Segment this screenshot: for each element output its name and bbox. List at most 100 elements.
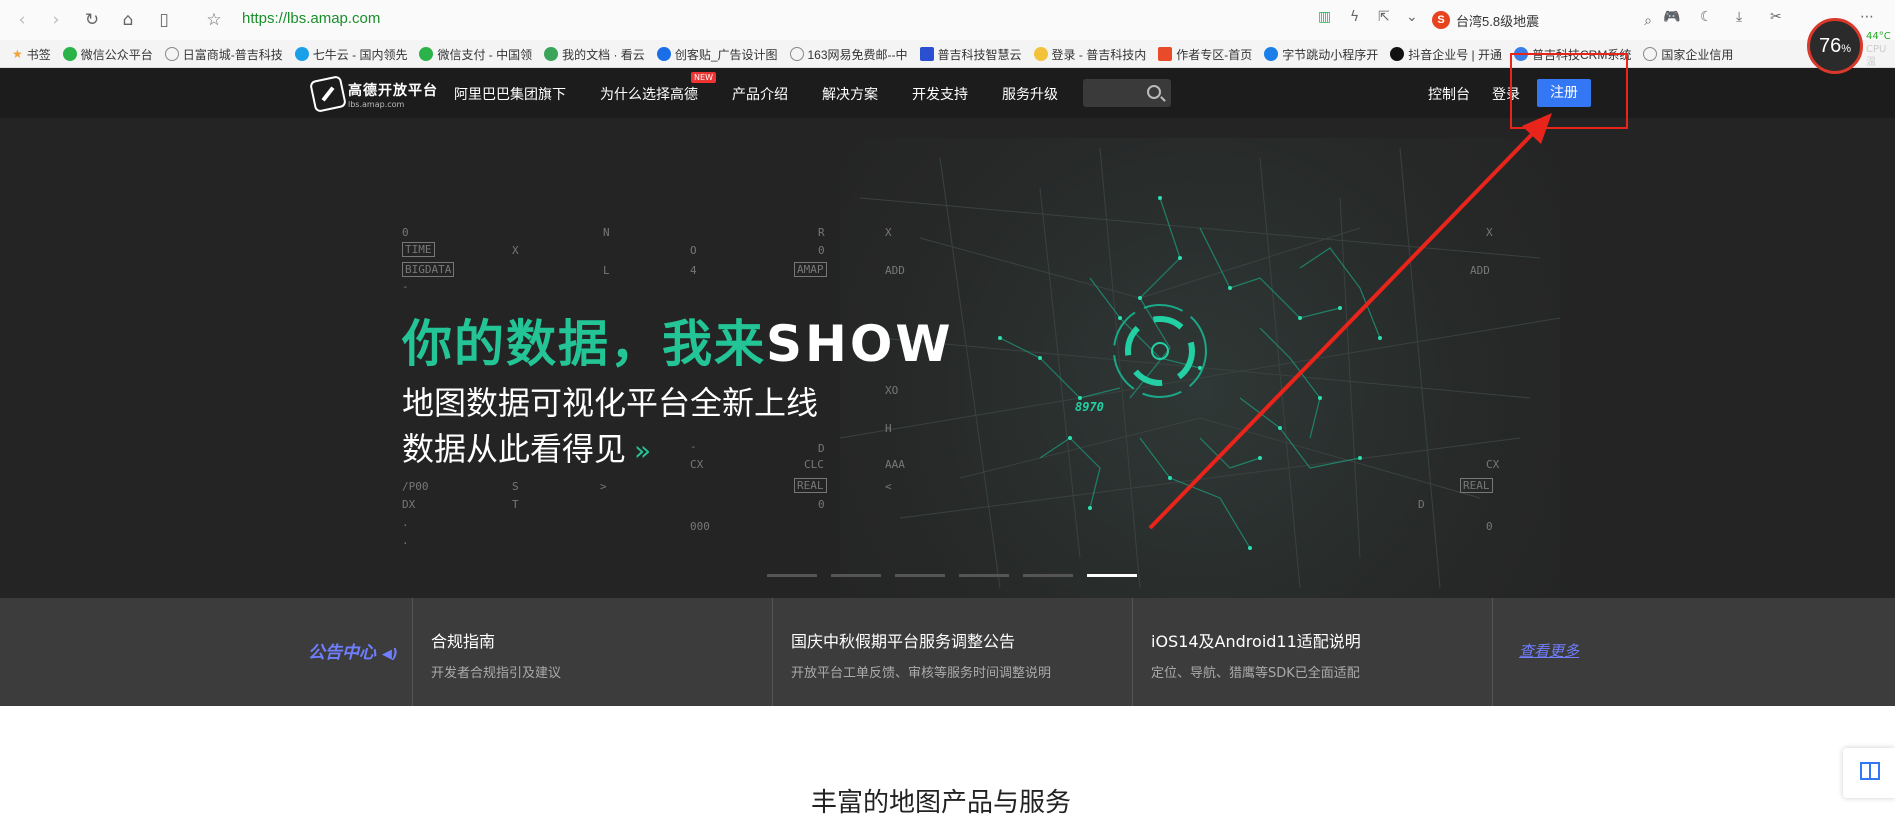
- console-link[interactable]: 控制台: [1428, 84, 1470, 104]
- section-title: 丰富的地图产品与服务: [811, 788, 1072, 818]
- gift-icon: [1860, 762, 1880, 780]
- headline-text: 你的数据，我来: [402, 315, 766, 373]
- deco-label: REAL: [794, 478, 827, 493]
- bookmark-item[interactable]: 微信公众平台: [62, 46, 153, 63]
- bookmark-item[interactable]: 微信支付 - 中国领: [419, 46, 532, 63]
- kancloud-icon: [544, 47, 559, 61]
- hero-subtitle-line1: 地图数据可视化平台全新上线: [402, 384, 819, 422]
- bookmark-item[interactable]: 七牛云 - 国内领先: [294, 46, 407, 63]
- home-icon[interactable]: ⌂: [118, 10, 138, 30]
- nav-item-why-amap[interactable]: 为什么选择高德 NEW: [600, 72, 716, 104]
- cpu-unit: %: [1841, 43, 1852, 55]
- deco-label: BIGDATA: [402, 262, 455, 277]
- deco-label: XO: [885, 384, 899, 397]
- login-icon: [1033, 47, 1048, 61]
- hero-subtitle-line2[interactable]: 数据从此看得见»: [402, 424, 651, 470]
- double-chevron-right-icon[interactable]: »: [634, 434, 651, 467]
- nav-item-products[interactable]: 产品介绍: [732, 84, 788, 104]
- deco-label: T: [512, 498, 519, 511]
- forward-icon[interactable]: ›: [46, 10, 66, 30]
- deco-label: 4: [690, 264, 697, 277]
- bookmark-item[interactable]: 抖音企业号 | 开通: [1390, 46, 1502, 63]
- search-icon[interactable]: [1147, 85, 1161, 99]
- deco-label: CLC: [804, 458, 824, 471]
- refresh-icon[interactable]: ↻: [82, 10, 102, 30]
- bytedance-icon: [1264, 47, 1279, 61]
- site-logo[interactable]: 高德开放平台 lbs.amap.com: [309, 75, 438, 113]
- game-icon[interactable]: 🎮: [1663, 9, 1680, 25]
- browser-toolbar: ‹ › ↻ ⌂ ▯ ☆ https://lbs.amap.com ▥ ϟ ⇱ ⌄…: [0, 0, 1895, 40]
- browser-search-text: 台湾5.8级地震: [1456, 13, 1540, 29]
- nav-item-alibaba[interactable]: 阿里巴巴集团旗下: [454, 84, 566, 104]
- logo-title: 高德开放平台: [348, 82, 438, 99]
- bookmark-item[interactable]: 我的文档 · 看云: [544, 46, 645, 63]
- star-icon: ★: [12, 47, 23, 61]
- carousel-dot[interactable]: [895, 574, 945, 577]
- deco-label: 0: [818, 244, 825, 257]
- nav-item-solutions[interactable]: 解决方案: [822, 84, 878, 104]
- notice-item[interactable]: 国庆中秋假期平台服务调整公告 开放平台工单反馈、审核等服务时间调整说明: [772, 598, 1132, 706]
- deco-label: TIME: [402, 242, 435, 257]
- bookmark-item[interactable]: ★ 书签: [12, 46, 51, 63]
- download-icon[interactable]: ⤓: [1736, 9, 1742, 25]
- notice-item[interactable]: 合规指南 开发者合规指引及建议: [412, 598, 772, 706]
- share-icon[interactable]: ⇱: [1378, 9, 1390, 25]
- bookmark-star-icon[interactable]: ☆: [204, 10, 224, 30]
- carousel-dot-active[interactable]: [1087, 574, 1137, 577]
- bookmark-item[interactable]: 普吉科技智慧云: [919, 46, 1022, 63]
- more-menu-icon[interactable]: ⋯: [1860, 9, 1874, 25]
- deco-label: 0: [402, 226, 409, 239]
- deco-label: <: [885, 480, 892, 493]
- floating-gift-button[interactable]: [1843, 748, 1895, 798]
- deco-label: -: [690, 440, 697, 453]
- bookmark-item[interactable]: 国家企业信用: [1643, 46, 1733, 63]
- speaker-icon: ◀): [381, 647, 398, 662]
- back-icon[interactable]: ‹: [12, 10, 32, 30]
- notice-item-desc: 开放平台工单反馈、审核等服务时间调整说明: [791, 666, 1052, 681]
- carousel-dot[interactable]: [831, 574, 881, 577]
- douyin-icon: [1390, 47, 1405, 61]
- cpu-temp-readout: 44°C CPU温: [1866, 30, 1895, 69]
- bookmark-label: 微信公众平台: [80, 47, 153, 62]
- bookmark-label: 登录 - 普吉科技内: [1051, 47, 1147, 62]
- nav-item-service-upgrade[interactable]: 服务升级: [1002, 84, 1058, 104]
- bookmark-item[interactable]: 字节跳动小程序开: [1264, 46, 1378, 63]
- deco-label: /P00: [402, 480, 429, 493]
- search-icon[interactable]: ⌕: [1644, 12, 1652, 29]
- notice-item[interactable]: iOS14及Android11适配说明 定位、导航、猎鹰等SDK已全面适配: [1132, 598, 1492, 706]
- bookmark-item[interactable]: 日富商城-普吉科技: [164, 46, 283, 63]
- deco-label: O: [690, 244, 697, 257]
- bookmark-label: 作者专区-首页: [1176, 47, 1253, 62]
- dropdown-icon[interactable]: ⌄: [1406, 9, 1418, 25]
- bookmark-item[interactable]: 登录 - 普吉科技内: [1033, 46, 1147, 63]
- nav-item-dev-support[interactable]: 开发支持: [912, 84, 968, 104]
- site-search-input[interactable]: [1083, 79, 1171, 107]
- reader-icon[interactable]: ▥: [1318, 9, 1331, 25]
- hero-banner[interactable]: 8970 0 TIME BIGDATA - X N L O 4 R 0 AMAP…: [0, 118, 1895, 598]
- deco-label: REAL: [1460, 478, 1493, 493]
- night-mode-icon[interactable]: ☾: [1700, 9, 1713, 25]
- carousel-dot[interactable]: [1023, 574, 1073, 577]
- address-bar[interactable]: https://lbs.amap.com: [242, 10, 380, 27]
- flash-icon[interactable]: ϟ: [1350, 9, 1359, 25]
- screenshot-scissors-icon[interactable]: ✂: [1770, 9, 1782, 25]
- carousel-dot[interactable]: [959, 574, 1009, 577]
- view-more-link[interactable]: 查看更多: [1519, 640, 1579, 661]
- deco-label: N: [603, 226, 610, 239]
- bookmark-item[interactable]: 作者专区-首页: [1158, 46, 1252, 63]
- deco-label: >: [600, 480, 607, 493]
- bookmark-item[interactable]: 163网易免费邮--中: [789, 46, 908, 63]
- deco-label: D: [1418, 498, 1425, 511]
- qiniu-icon: [294, 47, 309, 61]
- subtitle-text: 数据从此看得见: [402, 430, 627, 468]
- browser-search-box[interactable]: S 台湾5.8级地震 ⌕: [1432, 6, 1652, 34]
- notice-center-bar: 公告中心 ◀) 合规指南 开发者合规指引及建议 国庆中秋假期平台服务调整公告 开…: [0, 598, 1895, 706]
- cpu-usage-widget[interactable]: 76%: [1807, 18, 1863, 74]
- notice-item-title: iOS14及Android11适配说明: [1151, 632, 1361, 651]
- bookmark-item[interactable]: 创客贴_广告设计图: [656, 46, 778, 63]
- chuangkit-icon: [656, 47, 671, 61]
- reading-mode-icon[interactable]: ▯: [154, 10, 174, 30]
- carousel-dot[interactable]: [767, 574, 817, 577]
- deco-label: -: [402, 280, 409, 293]
- bookmark-label: 国家企业信用: [1661, 47, 1734, 62]
